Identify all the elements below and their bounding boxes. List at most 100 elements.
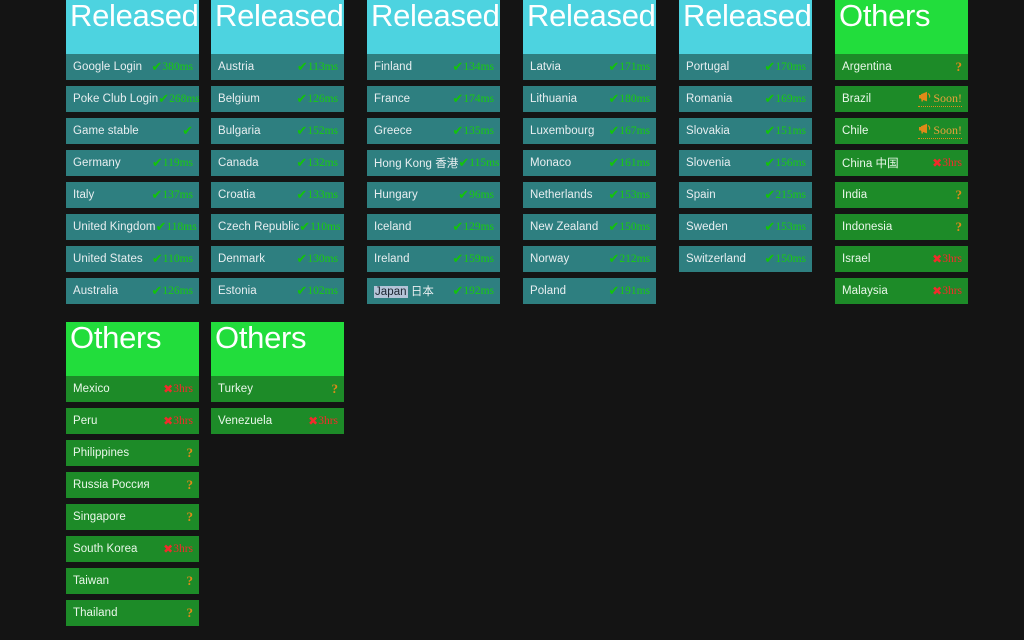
- status-row[interactable]: Slovenia ✔ 156ms: [679, 150, 812, 176]
- status-row[interactable]: Taiwan?: [66, 568, 199, 594]
- status-row[interactable]: Denmark ✔ 130ms: [211, 246, 344, 272]
- status-row[interactable]: Russia Россия?: [66, 472, 199, 498]
- status-row[interactable]: Portugal ✔ 170ms: [679, 54, 812, 80]
- row-status: ✔ 380ms: [151, 61, 193, 74]
- status-row[interactable]: Hungary ✔ 96ms: [367, 182, 500, 208]
- row-status: ✔ 167ms: [608, 125, 650, 138]
- megaphone-icon: [918, 91, 931, 105]
- check-icon: ✔: [296, 123, 308, 139]
- latency-value: 134ms: [463, 61, 494, 73]
- status-row[interactable]: Latvia ✔ 171ms: [523, 54, 656, 80]
- row-status: ✔ 126ms: [151, 285, 193, 298]
- status-row[interactable]: Romania ✔ 169ms: [679, 86, 812, 112]
- row-label: Portugal: [686, 61, 730, 73]
- status-row[interactable]: Japan 日本 ✔ 192ms: [367, 278, 500, 304]
- status-row[interactable]: Philippines?: [66, 440, 199, 466]
- latency-value: 191ms: [619, 285, 650, 297]
- status-row[interactable]: Singapore?: [66, 504, 199, 530]
- row-status: ?: [187, 445, 194, 461]
- row-status: ✔ 153ms: [608, 189, 650, 202]
- status-row[interactable]: Poke Club Login ✔ 268ms: [66, 86, 199, 112]
- status-row[interactable]: Finland ✔ 134ms: [367, 54, 500, 80]
- status-row[interactable]: Greece ✔ 135ms: [367, 118, 500, 144]
- status-row[interactable]: Hong Kong 香港 ✔ 115ms: [367, 150, 500, 176]
- status-row[interactable]: China 中国 ✖ 3hrs: [835, 150, 968, 176]
- status-row[interactable]: Austria ✔ 113ms: [211, 54, 344, 80]
- row-status: ✖ 3hrs: [932, 157, 962, 169]
- cross-icon: ✖: [932, 284, 943, 298]
- status-row[interactable]: Switzerland ✔ 150ms: [679, 246, 812, 272]
- status-row[interactable]: Ireland ✔ 159ms: [367, 246, 500, 272]
- status-row[interactable]: France ✔ 174ms: [367, 86, 500, 112]
- status-row[interactable]: Turkey?: [211, 376, 344, 402]
- status-row[interactable]: Brazil Soon!: [835, 86, 968, 112]
- status-row[interactable]: Italy ✔ 137ms: [66, 182, 199, 208]
- latency-value: 215ms: [775, 189, 806, 201]
- status-row[interactable]: Game stable ✔: [66, 118, 199, 144]
- row-label: France: [374, 93, 411, 105]
- status-row[interactable]: Lithuania ✔ 180ms: [523, 86, 656, 112]
- check-icon: ✔: [296, 251, 308, 267]
- status-row[interactable]: Estonia ✔ 102ms: [211, 278, 344, 304]
- status-row[interactable]: Malaysia ✖ 3hrs: [835, 278, 968, 304]
- row-label: Venezuela: [218, 415, 273, 427]
- status-row[interactable]: Peru ✖ 3hrs: [66, 408, 199, 434]
- row-label: Philippines: [73, 447, 130, 459]
- row-status: ✖ 3hrs: [308, 415, 338, 427]
- status-row[interactable]: Netherlands ✔ 153ms: [523, 182, 656, 208]
- status-row[interactable]: Sweden ✔ 153ms: [679, 214, 812, 240]
- row-label: United Kingdom: [73, 221, 156, 233]
- status-row[interactable]: Iceland ✔ 129ms: [367, 214, 500, 240]
- latency-value: 118ms: [166, 221, 197, 233]
- column-title: Released: [683, 0, 812, 33]
- status-row[interactable]: Argentina?: [835, 54, 968, 80]
- status-row[interactable]: Indonesia?: [835, 214, 968, 240]
- status-row[interactable]: Israel ✖ 3hrs: [835, 246, 968, 272]
- row-label: Spain: [686, 189, 716, 201]
- latency-value: 96ms: [469, 189, 494, 201]
- status-row[interactable]: Mexico ✖ 3hrs: [66, 376, 199, 402]
- selected-text: Japan: [374, 286, 408, 298]
- column-header: Others: [211, 322, 344, 376]
- status-row[interactable]: Croatia ✔ 133ms: [211, 182, 344, 208]
- status-row[interactable]: Australia ✔ 126ms: [66, 278, 199, 304]
- status-row[interactable]: Thailand?: [66, 600, 199, 626]
- status-row[interactable]: Canada ✔ 132ms: [211, 150, 344, 176]
- check-icon: ✔: [764, 251, 776, 267]
- row-status: ?: [956, 219, 963, 235]
- row-label: Croatia: [218, 189, 256, 201]
- status-row[interactable]: Slovakia ✔ 151ms: [679, 118, 812, 144]
- status-row[interactable]: Germany ✔ 119ms: [66, 150, 199, 176]
- status-row[interactable]: India?: [835, 182, 968, 208]
- status-row[interactable]: United States ✔ 110ms: [66, 246, 199, 272]
- column-rows: Google Login ✔ 380ms Poke Club Login ✔ 268ms G…: [66, 54, 199, 304]
- check-icon: ✔: [452, 283, 464, 299]
- row-status: ✔ 170ms: [764, 61, 806, 74]
- status-row[interactable]: New Zealand ✔ 150ms: [523, 214, 656, 240]
- row-label: Austria: [218, 61, 255, 73]
- question-icon: ?: [955, 187, 963, 202]
- latency-value: 113ms: [307, 61, 338, 73]
- check-icon: ✔: [296, 59, 308, 75]
- row-status: ✔: [182, 125, 193, 138]
- latency-value: 119ms: [162, 157, 193, 169]
- row-label: Indonesia: [842, 221, 893, 233]
- status-row[interactable]: Czech Republic ✔ 110ms: [211, 214, 344, 240]
- status-row[interactable]: Chile Soon!: [835, 118, 968, 144]
- status-row[interactable]: Spain ✔ 215ms: [679, 182, 812, 208]
- status-row[interactable]: South Korea ✖ 3hrs: [66, 536, 199, 562]
- status-row[interactable]: Norway ✔ 212ms: [523, 246, 656, 272]
- latency-value: 180ms: [619, 93, 650, 105]
- status-row[interactable]: Bulgaria ✔ 152ms: [211, 118, 344, 144]
- status-row[interactable]: Belgium ✔ 126ms: [211, 86, 344, 112]
- check-icon: ✔: [764, 59, 776, 75]
- status-row[interactable]: Google Login ✔ 380ms: [66, 54, 199, 80]
- status-row[interactable]: Venezuela ✖ 3hrs: [211, 408, 344, 434]
- status-row[interactable]: United Kingdom ✔ 118ms: [66, 214, 199, 240]
- status-row[interactable]: Monaco ✔ 161ms: [523, 150, 656, 176]
- row-label: Denmark: [218, 253, 266, 265]
- row-label: Germany: [73, 157, 121, 169]
- status-row[interactable]: Poland ✔ 191ms: [523, 278, 656, 304]
- row-label: Monaco: [530, 157, 572, 169]
- status-row[interactable]: Luxembourg ✔ 167ms: [523, 118, 656, 144]
